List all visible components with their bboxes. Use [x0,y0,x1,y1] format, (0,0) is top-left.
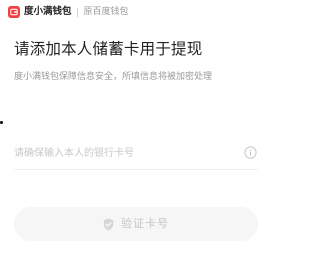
edge-marker-dot [0,121,3,124]
verify-card-button[interactable]: 验证卡号 [14,207,258,241]
card-number-row [14,141,258,165]
wallet-logo-icon [8,6,20,18]
add-card-page: 度小满钱包 原百度钱包 请添加本人储蓄卡用于提现 度小满钱包保障信息安全，所填信… [0,0,258,253]
brand-divider [76,7,78,17]
info-icon[interactable] [244,146,257,159]
page-subtitle: 度小满钱包保障信息安全，所填信息将被加密处理 [14,72,213,82]
page-title: 请添加本人储蓄卡用于提现 [14,40,203,58]
brand-header: 度小满钱包 原百度钱包 [8,5,129,19]
input-underline [14,169,258,170]
card-number-input[interactable] [14,141,224,165]
brand-name: 度小满钱包 [24,6,72,17]
brand-subtitle: 原百度钱包 [83,7,129,17]
shield-icon [103,218,114,231]
verify-button-label: 验证卡号 [121,217,169,230]
